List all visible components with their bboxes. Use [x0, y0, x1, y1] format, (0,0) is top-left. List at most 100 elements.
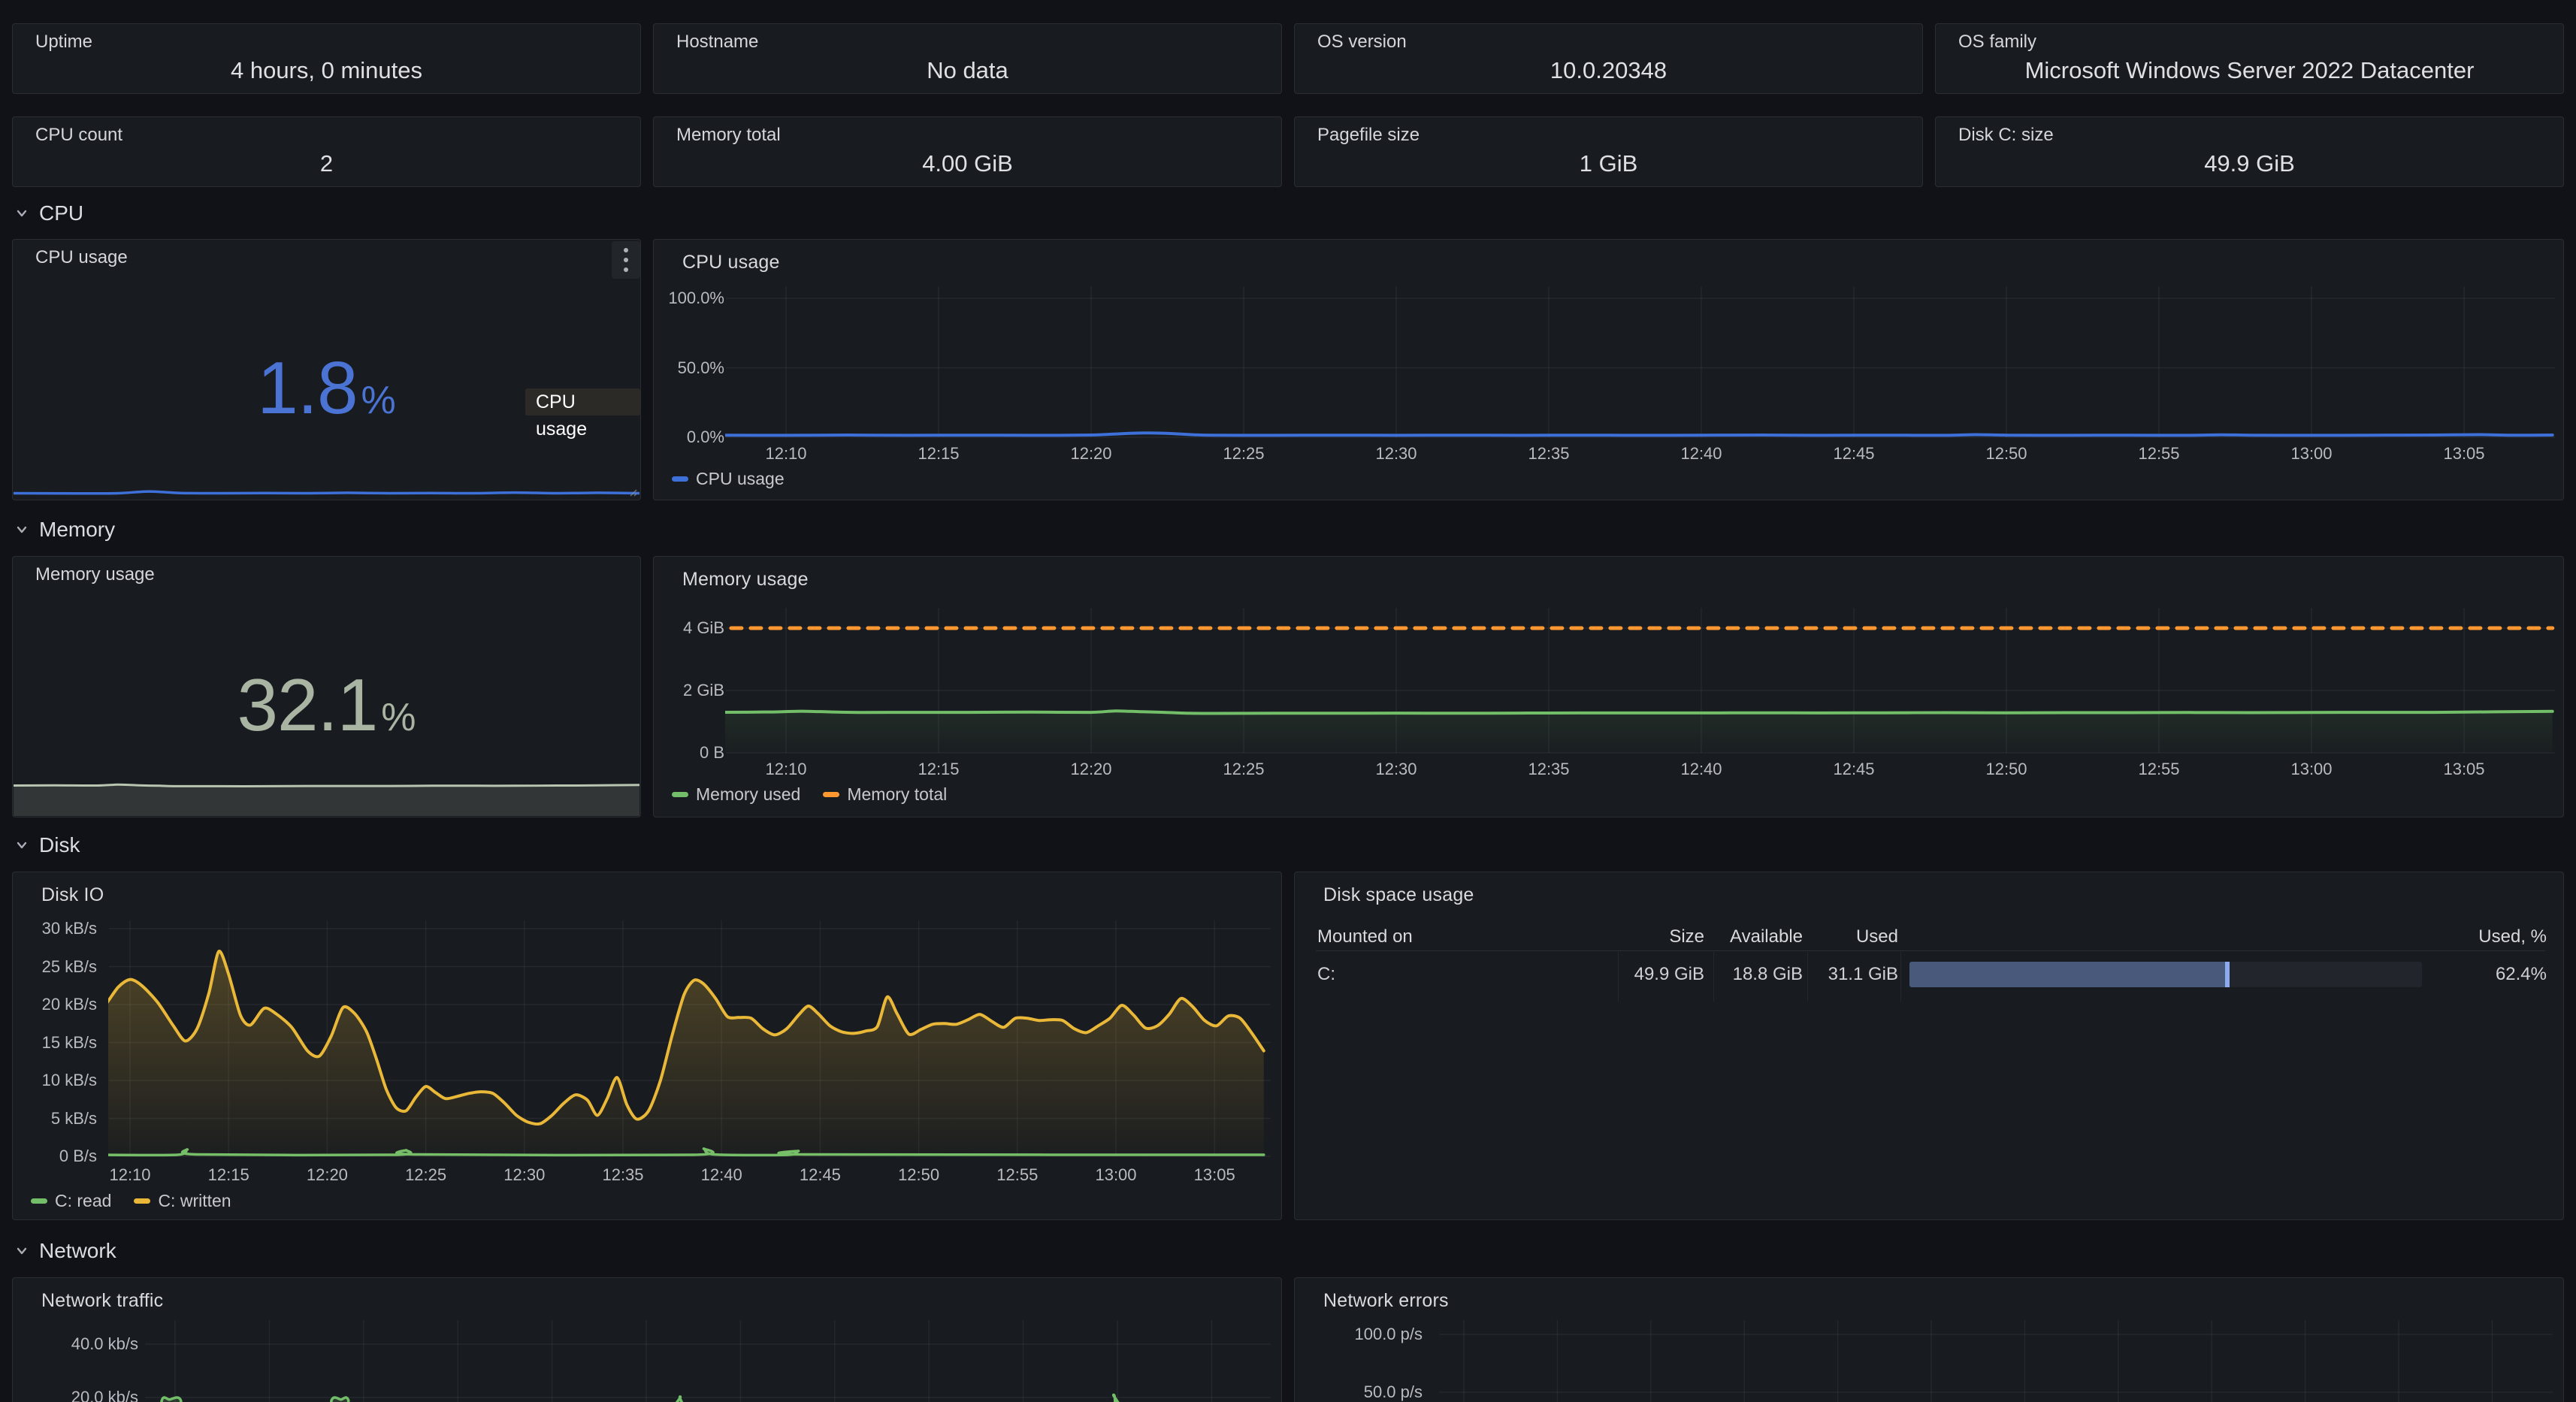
x-tick-label: 12:15 [918, 760, 959, 779]
x-tick-label: 12:45 [800, 1165, 841, 1185]
disk-used-gauge-bar [1909, 962, 2422, 987]
grafana-dashboard: Uptime 4 hours, 0 minutes Hostname No da… [0, 0, 2576, 1402]
stat-value: Microsoft Windows Server 2022 Datacenter [1936, 57, 2563, 84]
memory-usage-chart-panel: Memory usage 4 GiB2 GiB0 B12:1012:1512:2… [653, 556, 2564, 817]
y-tick-label: 0.0% [654, 428, 724, 447]
y-tick-label: 0 B/s [13, 1147, 97, 1166]
x-tick-label: 12:55 [996, 1165, 1038, 1185]
stat-title: Disk C: size [1958, 125, 2054, 146]
x-tick-label: 12:35 [1528, 444, 1569, 464]
section-title-network: Network [39, 1239, 116, 1263]
stat-panel-os-family: OS family Microsoft Windows Server 2022 … [1935, 23, 2564, 94]
network_errors-plot[interactable] [1295, 1278, 2564, 1402]
table-header-divider [1316, 950, 2545, 951]
y-tick-label: 20 kB/s [13, 995, 97, 1014]
x-tick-label: 12:50 [898, 1165, 939, 1185]
chevron-down-icon [14, 837, 30, 854]
x-tick-label: 12:25 [1223, 760, 1264, 779]
x-tick-label: 12:40 [701, 1165, 742, 1185]
stat-panel-pagefile-size: Pagefile size 1 GiB [1294, 116, 1923, 187]
section-title-disk: Disk [39, 833, 80, 857]
x-tick-label: 12:35 [602, 1165, 643, 1185]
y-tick-label: 2 GiB [654, 681, 724, 700]
cell-used: 31.1 GiB [1748, 964, 1898, 985]
cpu-usage-stat-panel: CPU usage 1.8% CPU usage [12, 239, 641, 500]
stat-title: Pagefile size [1317, 125, 1420, 146]
memory-sparkline [14, 780, 639, 816]
chart-legend: Memory used Memory total [672, 784, 947, 805]
stat-title: OS family [1958, 32, 2036, 53]
x-tick-label: 12:10 [765, 444, 806, 464]
chevron-down-icon [14, 1243, 30, 1259]
y-tick-label: 10 kB/s [13, 1071, 97, 1090]
stat-title: Memory total [676, 125, 781, 146]
y-tick-label: 30 kB/s [13, 919, 97, 938]
x-tick-label: 13:00 [1095, 1165, 1136, 1185]
legend-item[interactable]: Memory used [672, 784, 800, 805]
legend-series-marker [823, 792, 839, 797]
y-tick-label: 50.0% [654, 358, 724, 378]
x-tick-label: 12:40 [1680, 444, 1722, 464]
stat-value: 10.0.20348 [1295, 57, 1922, 84]
stat-panel-memory-total: Memory total 4.00 GiB [653, 116, 1282, 187]
col-header-used[interactable]: Used [1748, 926, 1898, 947]
stat-panel-disk-c-size: Disk C: size 49.9 GiB [1935, 116, 2564, 187]
stat-value: 49.9 GiB [1936, 150, 2563, 177]
legend-item[interactable]: CPU usage [672, 469, 785, 489]
legend-item[interactable]: Memory total [823, 784, 947, 805]
x-tick-label: 12:20 [307, 1165, 348, 1185]
x-tick-label: 12:30 [503, 1165, 545, 1185]
network_traffic-plot[interactable] [13, 1278, 1282, 1402]
memory-usage-big-value: 32.1% [13, 666, 640, 744]
section-title-cpu: CPU [39, 201, 83, 225]
panel-resize-handle[interactable] [626, 485, 638, 497]
y-tick-label: 25 kB/s [13, 957, 97, 977]
legend-item[interactable]: C: written [134, 1191, 231, 1211]
panel-title: CPU usage [35, 247, 128, 268]
stat-value: 4 hours, 0 minutes [13, 57, 640, 84]
disk-io-chart-panel: Disk IO 30 kB/s25 kB/s20 kB/s15 kB/s10 k… [12, 872, 1282, 1220]
x-tick-label: 12:30 [1375, 444, 1416, 464]
section-row-memory[interactable]: Memory [14, 518, 115, 542]
y-tick-label: 50.0 p/s [1295, 1382, 1423, 1402]
y-tick-label: 40.0 kb/s [13, 1334, 138, 1354]
x-tick-label: 12:45 [1833, 760, 1874, 779]
x-tick-label: 12:15 [918, 444, 959, 464]
legend-item[interactable]: C: read [31, 1191, 111, 1211]
series-tooltip: CPU usage [525, 388, 640, 415]
section-row-network[interactable]: Network [14, 1239, 116, 1263]
stat-value: No data [654, 57, 1281, 84]
col-header-mounted-on[interactable]: Mounted on [1317, 926, 1413, 947]
stat-title: Hostname [676, 32, 758, 53]
disk-space-usage-panel: Disk space usage Mounted on Size Availab… [1294, 872, 2564, 1220]
panel-title: Disk space usage [1323, 884, 1474, 906]
legend-series-marker [134, 1198, 150, 1204]
stat-panel-hostname: Hostname No data [653, 23, 1282, 94]
x-tick-label: 12:25 [1223, 444, 1264, 464]
section-row-disk[interactable]: Disk [14, 833, 80, 857]
x-tick-label: 12:55 [2138, 444, 2179, 464]
disk_io-plot[interactable] [13, 872, 1282, 1220]
section-row-cpu[interactable]: CPU [14, 201, 83, 225]
x-tick-label: 12:20 [1070, 760, 1111, 779]
cell-used-pct: 62.4% [2396, 964, 2547, 985]
x-tick-label: 12:10 [765, 760, 806, 779]
panel-title: Memory usage [35, 564, 155, 585]
stat-value: 2 [13, 150, 640, 177]
legend-series-label: C: written [158, 1191, 231, 1211]
memory-usage-stat-panel: Memory usage 32.1% [12, 556, 641, 817]
y-tick-label: 100.0 p/s [1295, 1325, 1423, 1344]
stat-title: OS version [1317, 32, 1407, 53]
x-tick-label: 12:45 [1833, 444, 1874, 464]
cell-mounted-on: C: [1317, 964, 1335, 985]
x-tick-label: 12:40 [1680, 760, 1722, 779]
stat-title: CPU count [35, 125, 122, 146]
panel-menu-button[interactable] [612, 241, 640, 279]
stat-panel-os-version: OS version 10.0.20348 [1294, 23, 1923, 94]
stat-value: 1 GiB [1295, 150, 1922, 177]
cpu-sparkline [14, 480, 639, 498]
x-tick-label: 12:35 [1528, 760, 1569, 779]
x-tick-label: 13:00 [2290, 760, 2332, 779]
col-header-used-pct[interactable]: Used, % [2396, 926, 2547, 947]
legend-series-label: CPU usage [696, 469, 785, 489]
